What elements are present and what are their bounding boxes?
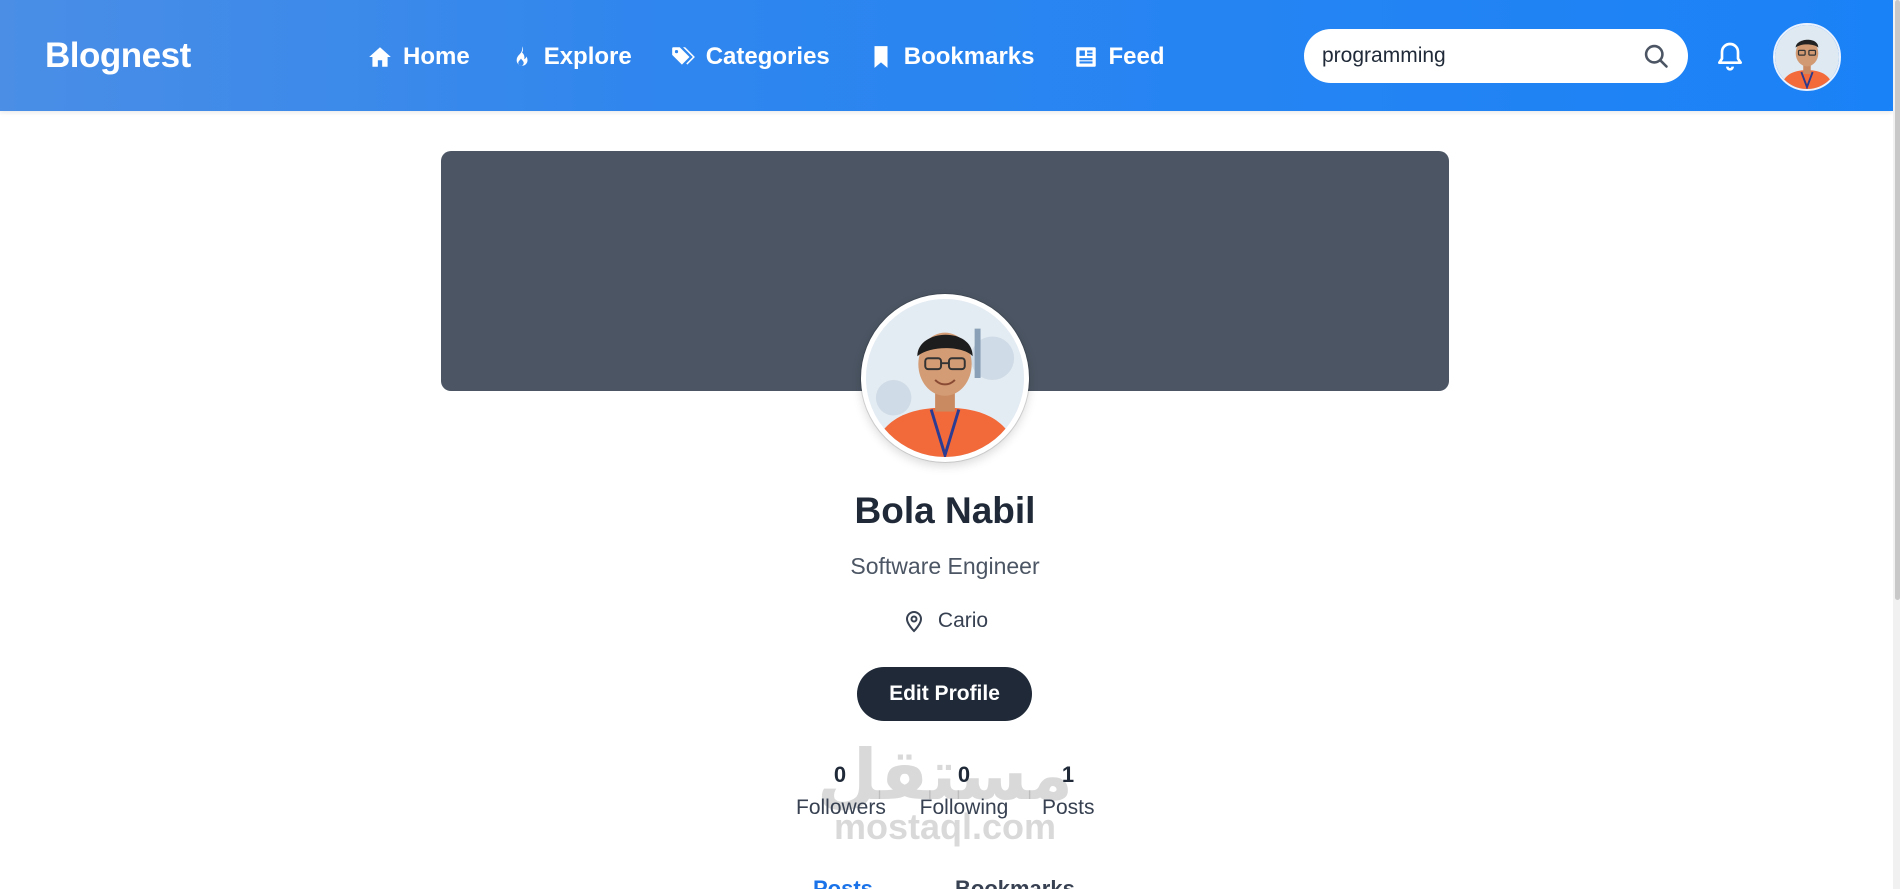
stat-label: Following	[919, 796, 1009, 819]
page-scrollbar-thumb[interactable]	[1895, 0, 1900, 600]
profile-name: Bola Nabil	[854, 490, 1036, 531]
nav-link-label: Bookmarks	[903, 43, 1035, 70]
stat-value: 0	[833, 762, 847, 787]
nav-link-bookmarks[interactable]: Bookmarks	[868, 40, 1035, 74]
profile-location: Cario	[0, 609, 1890, 633]
nav-link-categories[interactable]: Categories	[670, 40, 830, 74]
bell-icon[interactable]	[1714, 38, 1746, 74]
top-navbar: Blognest Home Explore Categories Bookmar…	[0, 0, 1893, 111]
stat-value: 0	[957, 762, 971, 787]
main-nav: Home Explore Categories Bookmarks Feed	[367, 40, 1203, 74]
nav-link-explore[interactable]: Explore	[508, 40, 632, 74]
stat-posts[interactable]: 1 Posts	[1042, 762, 1095, 820]
edit-profile-button[interactable]: Edit Profile	[857, 667, 1032, 721]
stat-label: Followers	[796, 796, 886, 819]
search-bar	[1304, 29, 1688, 83]
home-icon	[369, 47, 391, 67]
newspaper-icon	[1075, 47, 1096, 67]
avatar-image	[1775, 25, 1839, 89]
profile-job-title: Software Engineer	[850, 553, 1040, 579]
nav-link-home[interactable]: Home	[367, 40, 470, 74]
nav-link-label: Categories	[705, 43, 830, 70]
profile-photo	[866, 299, 1024, 457]
location-text: Cario	[937, 609, 989, 632]
tab-posts[interactable]: Posts	[813, 876, 873, 889]
flame-icon	[516, 46, 528, 66]
profile-avatar[interactable]	[861, 294, 1029, 462]
search-icon[interactable]	[1642, 42, 1670, 70]
bookmark-icon	[874, 46, 888, 68]
stat-following[interactable]: 0 Following	[918, 762, 1010, 820]
search-input[interactable]	[1322, 44, 1642, 68]
tags-icon	[671, 47, 695, 65]
stat-value: 1	[1061, 762, 1075, 787]
tab-bookmarks[interactable]: Bookmarks	[955, 876, 1075, 889]
nav-link-label: Explore	[543, 43, 632, 70]
nav-link-label: Home	[403, 43, 470, 70]
map-pin-icon	[905, 611, 922, 633]
nav-link-feed[interactable]: Feed	[1073, 40, 1165, 74]
stat-label: Posts	[1042, 796, 1095, 819]
nav-link-label: Feed	[1108, 43, 1165, 70]
stat-followers[interactable]: 0 Followers	[796, 762, 886, 820]
brand-logo[interactable]: Blognest	[45, 36, 191, 76]
user-avatar-button[interactable]	[1773, 23, 1841, 91]
